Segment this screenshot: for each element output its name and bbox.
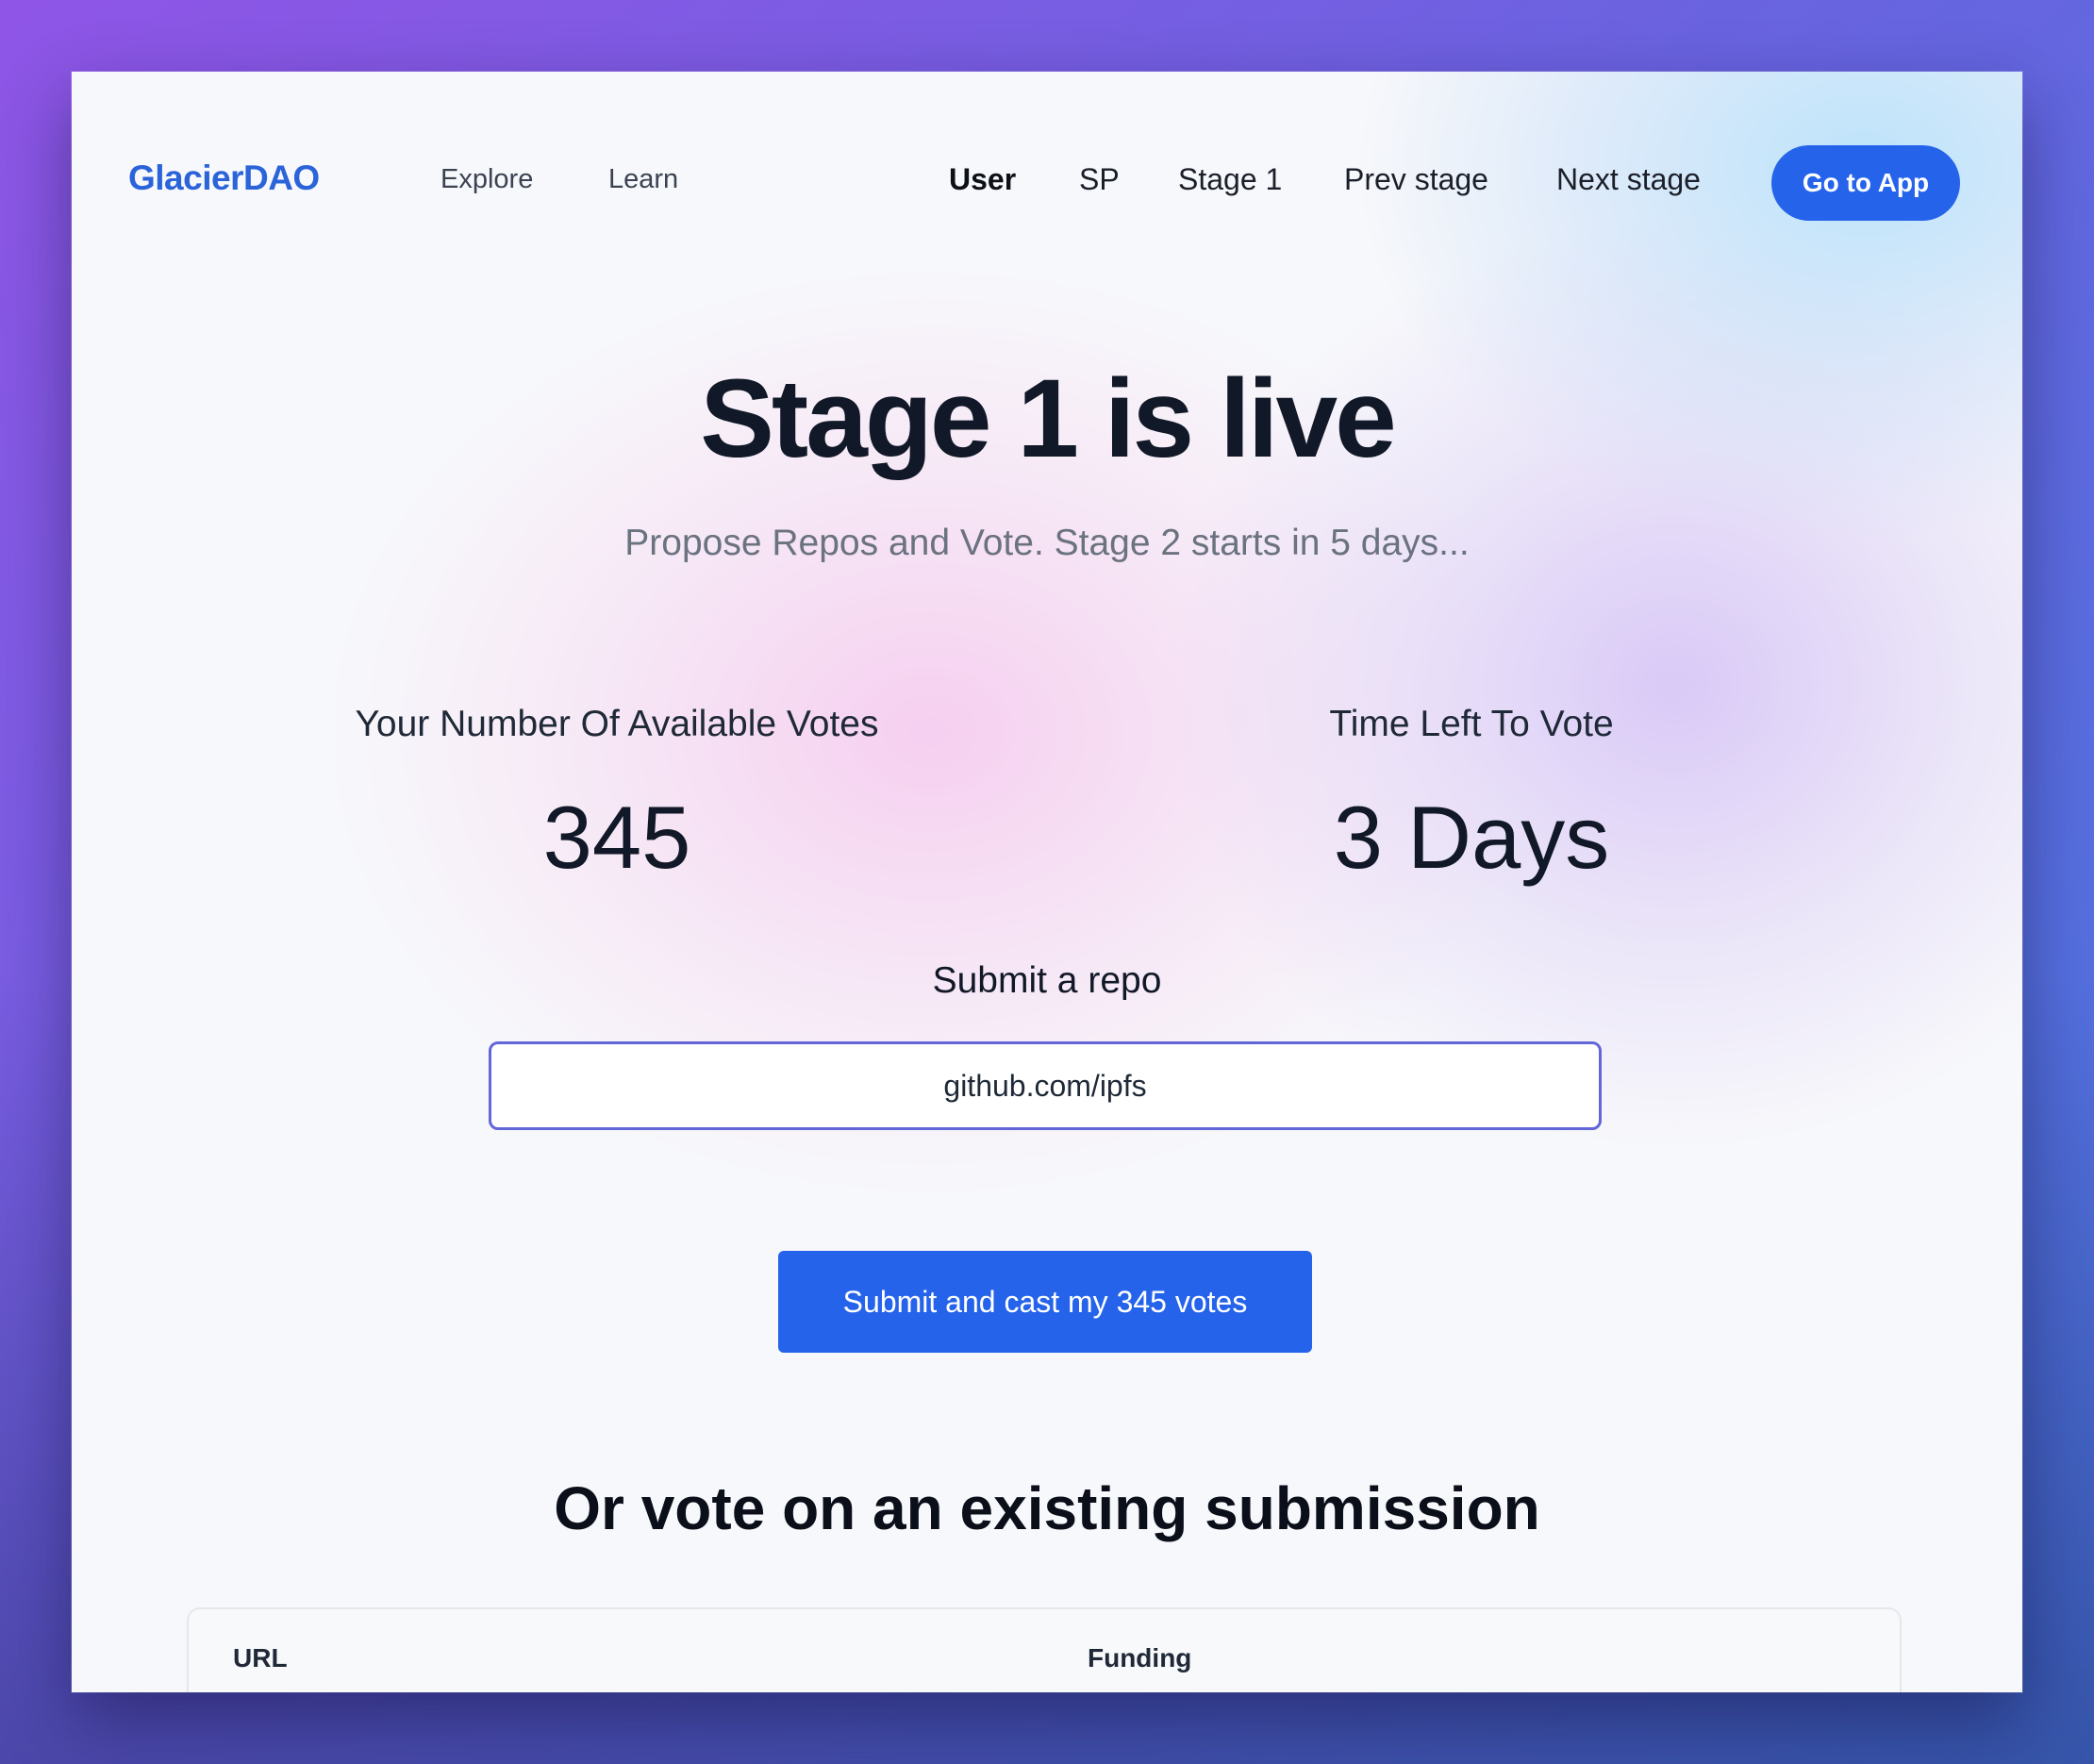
- nav-link-stage-1[interactable]: Stage 1: [1178, 162, 1282, 197]
- glacierdao-logo[interactable]: GlacierDAO: [128, 158, 320, 198]
- time-left-label: Time Left To Vote: [1329, 704, 1614, 744]
- submit-and-cast-votes-button[interactable]: Submit and cast my 345 votes: [778, 1251, 1312, 1353]
- submissions-table: [187, 1607, 1902, 1692]
- existing-submissions-heading: Or vote on an existing submission: [554, 1474, 1540, 1542]
- repo-url-input[interactable]: [489, 1041, 1602, 1130]
- nav-link-learn[interactable]: Learn: [608, 164, 678, 195]
- top-navigation: GlacierDAO Explore Learn User SP Stage 1…: [72, 72, 2022, 298]
- nav-link-sp[interactable]: SP: [1079, 162, 1120, 197]
- time-left-value: 3 Days: [1333, 788, 1610, 887]
- browser-window: GlacierDAO Explore Learn User SP Stage 1…: [72, 72, 2022, 1692]
- nav-link-prev-stage[interactable]: Prev stage: [1344, 162, 1488, 197]
- table-header-url: URL: [233, 1643, 288, 1672]
- nav-link-explore[interactable]: Explore: [440, 164, 533, 195]
- available-votes-label: Your Number Of Available Votes: [355, 704, 879, 744]
- table-header-funding: Funding: [1088, 1643, 1192, 1672]
- nav-link-next-stage[interactable]: Next stage: [1556, 162, 1701, 197]
- page-subtitle: Propose Repos and Vote. Stage 2 starts i…: [624, 523, 1470, 563]
- go-to-app-button[interactable]: Go to App: [1771, 145, 1960, 221]
- submit-repo-label: Submit a repo: [932, 960, 1162, 1001]
- page-title: Stage 1 is live: [700, 357, 1397, 481]
- available-votes-value: 345: [542, 788, 691, 887]
- nav-link-user[interactable]: User: [949, 162, 1016, 197]
